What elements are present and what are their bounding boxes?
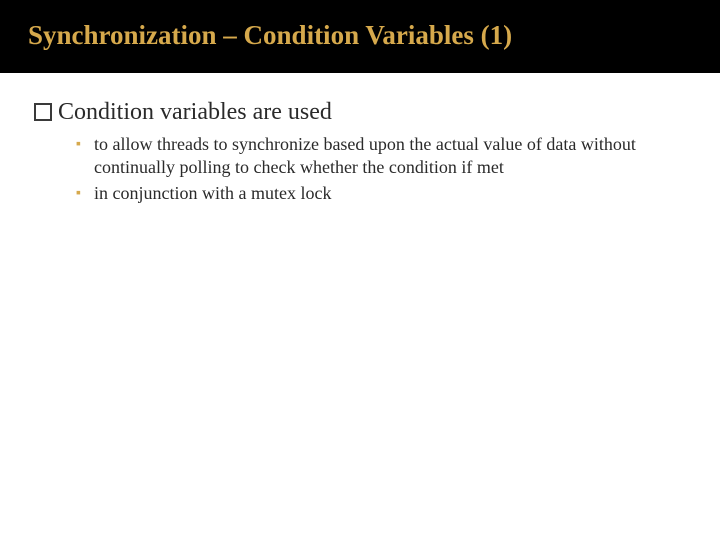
bullet-level2-item: ▪ to allow threads to synchronize based …	[76, 133, 686, 178]
bullet-level2-text: in conjunction with a mutex lock	[94, 182, 331, 205]
small-square-bullet-icon: ▪	[76, 182, 88, 204]
bullet-level1-text: Condition variables are used	[58, 97, 332, 127]
bullet-level2-text: to allow threads to synchronize based up…	[94, 133, 654, 178]
bullet-level1: Condition variables are used	[34, 97, 686, 127]
bullet-level2-list: ▪ to allow threads to synchronize based …	[34, 133, 686, 205]
slide-body: Condition variables are used ▪ to allow …	[0, 73, 720, 205]
small-square-bullet-icon: ▪	[76, 133, 88, 155]
title-band: Synchronization – Condition Variables (1…	[0, 0, 720, 73]
slide-title: Synchronization – Condition Variables (1…	[28, 20, 692, 51]
slide: Synchronization – Condition Variables (1…	[0, 0, 720, 540]
square-bullet-icon	[34, 103, 52, 121]
bullet-level2-item: ▪ in conjunction with a mutex lock	[76, 182, 686, 205]
